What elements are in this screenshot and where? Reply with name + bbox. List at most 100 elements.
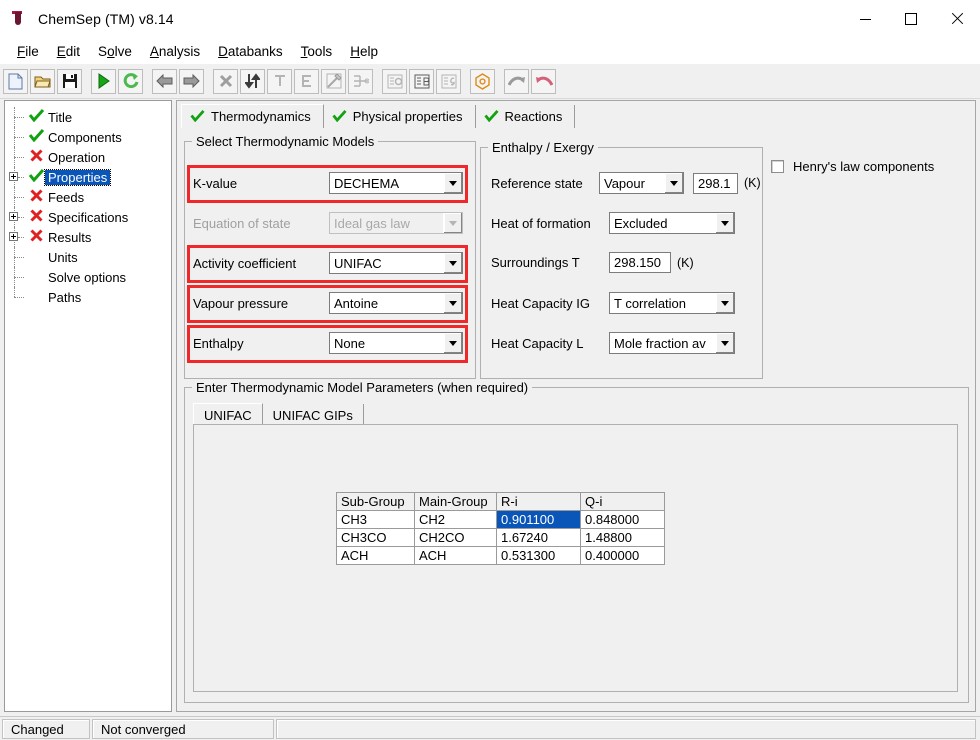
cell-sub-group[interactable]: CH3CO	[337, 529, 415, 547]
expand-toggle-icon[interactable]	[9, 227, 27, 247]
sort-updown-icon[interactable]	[240, 69, 265, 94]
table-row[interactable]: ACH ACH 0.531300 0.400000	[337, 547, 665, 565]
surroundings-t-input[interactable]: 298.150	[609, 252, 671, 273]
target-icon[interactable]	[470, 69, 495, 94]
column-header-sub-group[interactable]: Sub-Group	[337, 493, 415, 511]
minimize-button[interactable]	[842, 0, 888, 38]
tree-item-specifications[interactable]: Specifications	[5, 207, 171, 227]
chevron-down-icon[interactable]	[715, 213, 734, 233]
cell-q-i[interactable]: 0.848000	[581, 511, 665, 529]
undo-arrow-icon[interactable]	[531, 69, 556, 94]
refresh-icon[interactable]	[118, 69, 143, 94]
menu-tools[interactable]: Tools	[292, 42, 342, 61]
tab-thermodynamics[interactable]: Thermodynamics	[181, 104, 324, 128]
expand-toggle-icon[interactable]	[9, 207, 27, 227]
report-o-icon[interactable]	[382, 69, 407, 94]
chevron-down-icon[interactable]	[443, 253, 462, 273]
open-folder-icon[interactable]	[30, 69, 55, 94]
enthalpy-dropdown[interactable]: None	[329, 332, 463, 354]
heat-capacity-ig-dropdown[interactable]: T correlation	[609, 292, 735, 314]
check-icon	[27, 109, 45, 125]
flowsheet-icon[interactable]	[348, 69, 373, 94]
close-x-icon[interactable]	[213, 69, 238, 94]
status-changed: Changed	[2, 719, 90, 739]
table-row[interactable]: CH3 CH2 0.901100 0.848000	[337, 511, 665, 529]
forward-arrow-icon[interactable]	[179, 69, 204, 94]
henrys-law-components-checkbox[interactable]: Henry's law components	[771, 159, 934, 174]
menu-solve-pre: S	[98, 44, 107, 59]
equation-of-state-selected: Ideal gas law	[330, 213, 443, 233]
efficiency-e-icon[interactable]	[294, 69, 319, 94]
chevron-down-icon[interactable]	[664, 173, 683, 193]
tree-line	[9, 147, 27, 167]
report-s-icon[interactable]	[436, 69, 461, 94]
row-heat-of-formation: Heat of formation Excluded	[491, 212, 735, 234]
tree-item-title[interactable]: Title	[5, 107, 171, 127]
heat-capacity-l-dropdown[interactable]: Mole fraction av	[609, 332, 735, 354]
tab-physical-properties[interactable]: Physical properties	[324, 105, 476, 128]
tab-reactions[interactable]: Reactions	[476, 105, 576, 128]
menu-analysis[interactable]: Analysis	[141, 42, 209, 61]
cell-r-i[interactable]: 1.67240	[497, 529, 581, 547]
menu-solve[interactable]: Solve	[89, 42, 141, 61]
maximize-button[interactable]	[888, 0, 934, 38]
unifac-groups-table[interactable]: Sub-Group Main-Group R-i Q-i CH3 CH2 0.9…	[336, 492, 665, 565]
tree-line	[9, 247, 27, 267]
cell-main-group[interactable]: ACH	[415, 547, 497, 565]
heat-of-formation-dropdown[interactable]: Excluded	[609, 212, 735, 234]
cell-r-i[interactable]: 0.531300	[497, 547, 581, 565]
cell-sub-group[interactable]: ACH	[337, 547, 415, 565]
cell-sub-group[interactable]: CH3	[337, 511, 415, 529]
tree-item-results[interactable]: Results	[5, 227, 171, 247]
tree-item-units[interactable]: Units	[5, 247, 171, 267]
menu-databanks[interactable]: Databanks	[209, 42, 292, 61]
menu-help[interactable]: Help	[341, 42, 387, 61]
k-value-dropdown[interactable]: DECHEMA	[329, 172, 463, 194]
row-vapour-pressure: Vapour pressure Antoine	[193, 292, 463, 314]
tab-unifac-gips[interactable]: UNIFAC GIPs	[263, 404, 364, 426]
expand-toggle-icon[interactable]	[9, 167, 27, 187]
column-header-main-group[interactable]: Main-Group	[415, 493, 497, 511]
cell-q-i[interactable]: 0.400000	[581, 547, 665, 565]
table-row[interactable]: CH3CO CH2CO 1.67240 1.48800	[337, 529, 665, 547]
chevron-down-icon[interactable]	[443, 293, 462, 313]
select-thermodynamic-models-group: Select Thermodynamic Models K-value DECH…	[184, 141, 476, 379]
save-disk-icon[interactable]	[57, 69, 82, 94]
tree-item-components[interactable]: Components	[5, 127, 171, 147]
plot-pencil-icon[interactable]	[321, 69, 346, 94]
chevron-down-icon[interactable]	[443, 173, 462, 193]
activity-coefficient-dropdown[interactable]: UNIFAC	[329, 252, 463, 274]
chevron-down-icon[interactable]	[443, 333, 462, 353]
tree-item-properties[interactable]: Properties	[5, 167, 171, 187]
maximize-icon	[905, 13, 917, 25]
menu-file[interactable]: File	[8, 42, 48, 61]
cell-main-group[interactable]: CH2	[415, 511, 497, 529]
chevron-down-icon[interactable]	[715, 333, 734, 353]
toolbar	[0, 64, 980, 99]
temperature-t-icon[interactable]	[267, 69, 292, 94]
vapour-pressure-dropdown[interactable]: Antoine	[329, 292, 463, 314]
reference-state-dropdown[interactable]: Vapour	[599, 172, 684, 194]
column-header-q-i[interactable]: Q-i	[581, 493, 665, 511]
cell-r-i[interactable]: 0.901100	[497, 511, 581, 529]
report-b-icon[interactable]	[409, 69, 434, 94]
tree-item-solve-options[interactable]: Solve options	[5, 267, 171, 287]
run-play-icon[interactable]	[91, 69, 116, 94]
column-header-r-i[interactable]: R-i	[497, 493, 581, 511]
menu-edit[interactable]: Edit	[48, 42, 89, 61]
tree-item-paths[interactable]: Paths	[5, 287, 171, 307]
back-arrow-icon[interactable]	[152, 69, 177, 94]
tab-unifac[interactable]: UNIFAC	[193, 403, 263, 426]
menu-edit-rest: dit	[66, 44, 80, 59]
chevron-down-icon[interactable]	[715, 293, 734, 313]
new-file-icon[interactable]	[3, 69, 28, 94]
cell-main-group[interactable]: CH2CO	[415, 529, 497, 547]
tree-item-operation[interactable]: Operation	[5, 147, 171, 167]
checkbox-icon[interactable]	[771, 160, 784, 173]
cell-q-i[interactable]: 1.48800	[581, 529, 665, 547]
reference-temperature-input[interactable]: 298.1	[693, 173, 738, 194]
close-button[interactable]	[934, 0, 980, 38]
redo-arrow-icon[interactable]	[504, 69, 529, 94]
tree-item-feeds[interactable]: Feeds	[5, 187, 171, 207]
navigation-tree[interactable]: Title Components Operation Properties	[4, 100, 172, 712]
